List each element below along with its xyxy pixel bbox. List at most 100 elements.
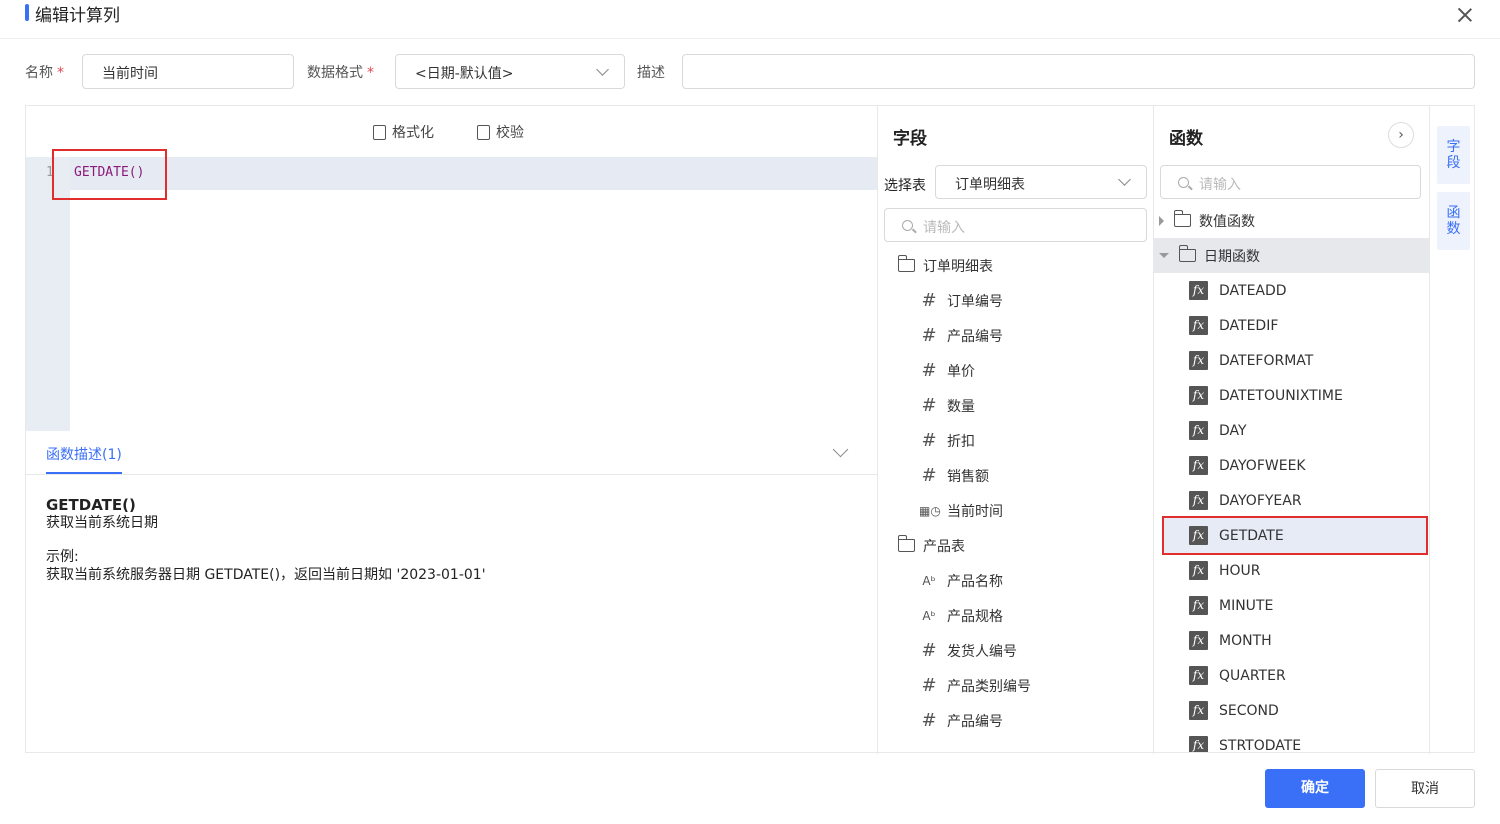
chevron-down-icon [596, 63, 609, 76]
function-icon: fx [1189, 316, 1208, 335]
field-item[interactable]: # 订单编号 [919, 283, 1003, 318]
func-name: GETDATE() [46, 496, 136, 514]
number-field-icon: # [921, 675, 937, 696]
function-item[interactable]: fx STRTODATE [1189, 728, 1301, 752]
tab-functions[interactable]: 函 数 [1437, 192, 1470, 250]
function-item[interactable]: fx MONTH [1189, 623, 1272, 658]
number-field-icon: # [921, 395, 937, 416]
field-item-label: 销售额 [947, 468, 989, 485]
function-group-label: 日期函数 [1204, 248, 1260, 265]
function-item[interactable]: fx SECOND [1189, 693, 1279, 728]
function-item[interactable]: fx HOUR [1189, 553, 1261, 588]
functions-pane: 函数 › 请输入 数值函数 日期函数 fx DATEADD fx DATEDIF fx DAT… [1153, 106, 1429, 754]
number-field-icon: # [921, 360, 937, 381]
field-item[interactable]: ▦◷ 当前时间 [919, 493, 1003, 528]
table-select-value: 订单明细表 [955, 177, 1025, 193]
function-item-label: DATEFORMAT [1219, 352, 1314, 369]
function-icon: fx [1189, 281, 1208, 300]
field-item[interactable]: # 产品类别编号 [919, 668, 1031, 703]
fields-search-input[interactable]: 请输入 [884, 208, 1147, 242]
clipboard-icon [373, 124, 386, 140]
function-icon: fx [1189, 666, 1208, 685]
function-item[interactable]: fx MINUTE [1189, 588, 1273, 623]
function-item[interactable]: fx DATEADD [1189, 273, 1287, 308]
function-item-label: DATEADD [1219, 282, 1287, 299]
field-item[interactable]: # 数量 [919, 388, 975, 423]
function-item[interactable]: fx DATEFORMAT [1189, 343, 1313, 378]
field-item-label: 发货人编号 [947, 643, 1017, 660]
collapse-chevron-icon[interactable] [832, 441, 849, 458]
field-item-label: 单价 [947, 363, 975, 380]
field-item[interactable]: # 发货人编号 [919, 633, 1017, 668]
field-item[interactable]: # 折扣 [919, 423, 975, 458]
function-item[interactable]: fx DATEDIF [1189, 308, 1278, 343]
field-table-folder[interactable]: 订单明细表 [897, 248, 993, 283]
field-item-label: 订单编号 [947, 293, 1003, 310]
function-item[interactable]: fx DAYOFYEAR [1189, 483, 1302, 518]
function-icon: fx [1189, 736, 1208, 752]
number-field-icon: # [921, 430, 937, 451]
side-tabs: 字 段 函 数 [1429, 106, 1475, 754]
chevron-down-icon [1118, 173, 1131, 186]
field-item[interactable]: # 销售额 [919, 458, 989, 493]
search-icon [902, 220, 913, 231]
dialog-header: 编辑计算列 [0, 0, 1500, 39]
caret-down-icon [1159, 253, 1169, 258]
tab-fields[interactable]: 字 段 [1437, 126, 1470, 184]
function-icon: fx [1189, 491, 1208, 510]
description-input[interactable] [682, 54, 1475, 89]
function-item[interactable]: fx DAY [1189, 413, 1247, 448]
format-select-value: <日期-默认值> [415, 66, 514, 82]
function-icon: fx [1189, 421, 1208, 440]
table-select[interactable]: 订单明细表 [935, 165, 1147, 199]
number-field-icon: # [921, 710, 937, 731]
function-item[interactable]: fx DAYOFWEEK [1189, 448, 1306, 483]
function-icon: fx [1189, 561, 1208, 580]
function-item-label: MONTH [1219, 632, 1272, 649]
function-item[interactable]: fx DATETOUNIXTIME [1189, 378, 1343, 413]
format-button[interactable]: 格式化 [373, 122, 434, 142]
function-item[interactable]: fx QUARTER [1189, 658, 1286, 693]
field-item[interactable]: # 单价 [919, 353, 975, 388]
number-field-icon: # [921, 465, 937, 486]
function-icon: fx [1189, 631, 1208, 650]
field-item[interactable]: # 产品编号 [919, 703, 1003, 738]
formula-editor[interactable]: 格式化 校验 1 GETDATE() [26, 106, 877, 431]
field-item-label: 当前时间 [947, 503, 1003, 520]
function-icon: fx [1189, 456, 1208, 475]
field-table-folder[interactable]: 产品表 [897, 528, 965, 563]
function-group[interactable]: 日期函数 [1154, 238, 1429, 273]
function-group[interactable]: 数值函数 [1154, 203, 1429, 238]
validate-button-label: 校验 [496, 125, 524, 141]
functions-tree: 数值函数 日期函数 fx DATEADD fx DATEDIF fx DATEFORMAT fx… [1154, 106, 1429, 752]
field-item[interactable]: Aᵇ 产品规格 [919, 598, 1003, 633]
field-item[interactable]: Aᵇ 产品名称 [919, 563, 1003, 598]
field-item[interactable]: # 产品编号 [919, 318, 1003, 353]
field-item-label: 折扣 [947, 433, 975, 450]
check-document-icon [477, 124, 490, 140]
folder-icon [897, 255, 915, 272]
close-icon[interactable] [1455, 5, 1475, 25]
description-header: 函数描述(1) [26, 431, 877, 475]
field-item-label: 产品类别编号 [947, 678, 1031, 695]
tab-function-description[interactable]: 函数描述(1) [46, 444, 122, 474]
main-panel: 格式化 校验 1 GETDATE() 函数描述(1) GETDATE() 获取当… [25, 105, 1475, 754]
validate-button[interactable]: 校验 [477, 122, 524, 142]
function-item-label: DAYOFYEAR [1219, 492, 1302, 509]
function-item-label: MINUTE [1219, 597, 1274, 614]
cancel-button[interactable]: 取消 [1375, 769, 1475, 808]
format-label: 数据格式 * [307, 65, 374, 81]
field-item-label: 产品名称 [947, 573, 1003, 590]
format-select[interactable]: <日期-默认值> [395, 54, 625, 89]
function-icon: fx [1189, 351, 1208, 370]
active-line [70, 157, 877, 190]
function-item-label: DAYOFWEEK [1219, 457, 1306, 474]
fields-search-placeholder: 请输入 [923, 220, 965, 236]
number-field-icon: # [921, 290, 937, 311]
caret-right-icon [1159, 215, 1164, 226]
confirm-button[interactable]: 确定 [1265, 769, 1365, 808]
description-label: 描述 [637, 65, 665, 81]
name-input[interactable]: 当前时间 [82, 54, 294, 89]
title-accent-bar [25, 4, 29, 21]
fields-pane: 字段 选择表 订单明细表 请输入 订单明细表 # 订单编号 # 产品编号 # 单价 # 数量 # 折… [877, 106, 1153, 754]
